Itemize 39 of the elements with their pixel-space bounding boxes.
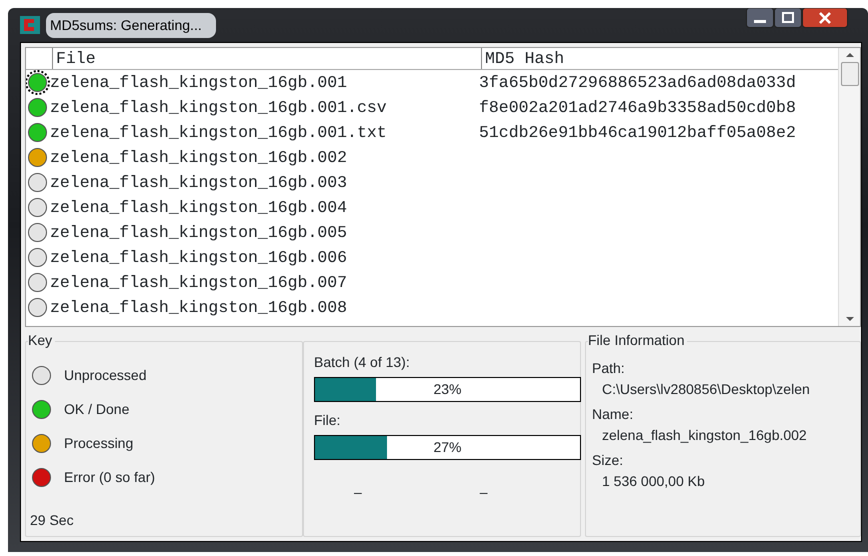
field-value: 1 536 000,00 Kb	[602, 473, 705, 489]
minimize-button[interactable]	[746, 8, 774, 28]
field-label: Path:	[592, 360, 625, 376]
legend-label: Error (0 so far)	[64, 468, 156, 487]
file-name[interactable]: zelena_flash_kingston_16gb.005	[50, 223, 348, 242]
field-value: C:\Users\lv280856\Desktop\zelen	[602, 381, 810, 397]
file-name[interactable]: zelena_flash_kingston_16gb.003	[50, 173, 348, 192]
field-value: zelena_flash_kingston_16gb.002	[602, 427, 807, 443]
elapsed-time: 29 Sec	[30, 511, 74, 530]
file-name[interactable]: zelena_flash_kingston_16gb.008	[50, 298, 348, 317]
progress-label: File:	[314, 411, 340, 430]
md5-hash: 3fa65b0d27296886523ad6ad08da033d	[479, 72, 796, 94]
file-name[interactable]: zelena_flash_kingston_16gb.001	[50, 73, 348, 92]
progress-percent: 23%	[433, 381, 462, 397]
progress-label: Batch (4 of 13):	[314, 353, 410, 372]
app-icon	[20, 16, 40, 34]
field-label: Size:	[592, 452, 624, 468]
group-title: File Information	[588, 332, 688, 348]
dash-mark: –	[480, 483, 488, 502]
legend-label: OK / Done	[64, 400, 130, 418]
progress-percent: 27%	[433, 439, 462, 455]
file-name[interactable]: zelena_flash_kingston_16gb.001.txt	[50, 123, 387, 142]
md5-hash: f8e002a201ad2746a9b3358ad50cd0b8	[479, 97, 796, 119]
field-label: Name:	[592, 406, 634, 422]
scrollbar-thumb[interactable]	[840, 62, 858, 86]
file-name[interactable]: zelena_flash_kingston_16gb.007	[50, 273, 348, 292]
maximize-button[interactable]	[774, 8, 802, 28]
file-name[interactable]: zelena_flash_kingston_16gb.001.csv	[50, 98, 387, 117]
md5-hash: 51cdb26e91bb46ca19012baff05a08e2	[479, 122, 796, 144]
close-button[interactable]	[802, 8, 848, 28]
group-title: Key	[28, 332, 56, 348]
dash-mark: –	[354, 483, 362, 502]
file-name[interactable]: zelena_flash_kingston_16gb.002	[50, 148, 348, 167]
legend-label: Unprocessed	[64, 366, 146, 385]
file-name[interactable]: zelena_flash_kingston_16gb.004	[50, 198, 348, 217]
legend-label: Processing	[64, 434, 134, 453]
file-name[interactable]: zelena_flash_kingston_16gb.006	[50, 248, 348, 267]
column-header[interactable]: File	[52, 48, 481, 69]
window-title: MD5sums: Generating...	[46, 12, 216, 38]
